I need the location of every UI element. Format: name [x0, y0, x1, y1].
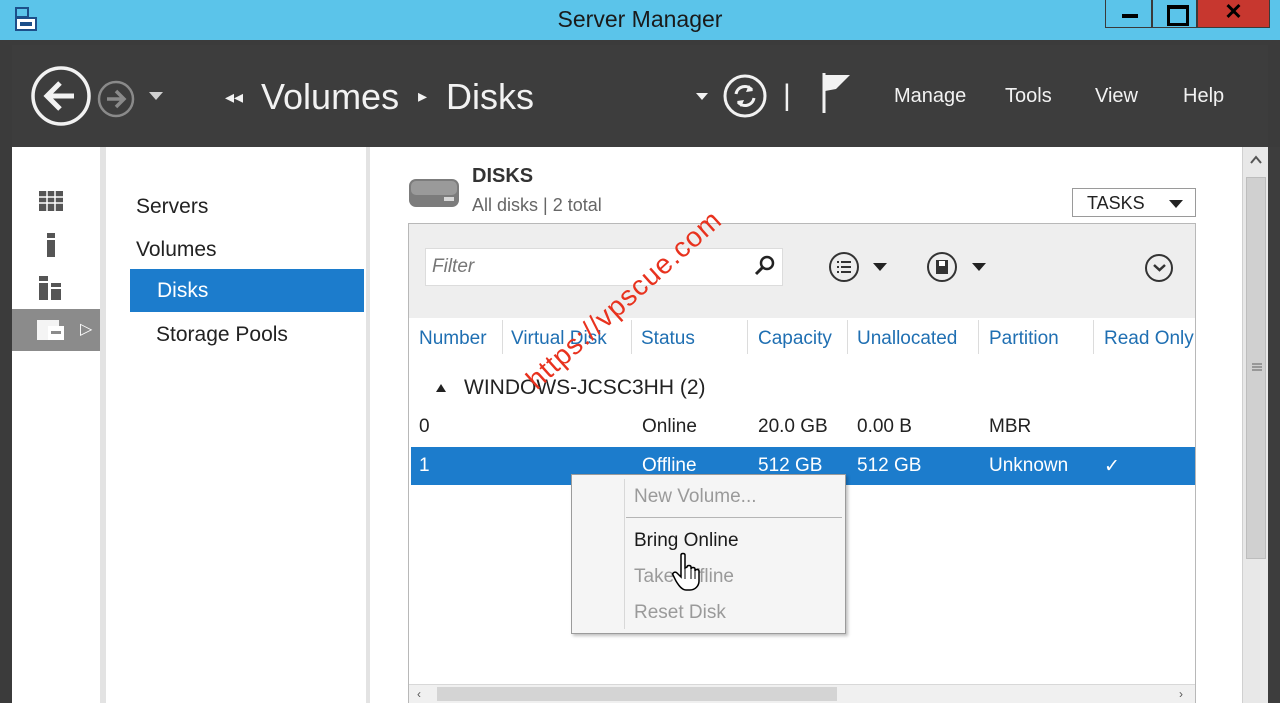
nav-item-storage-pools[interactable]: Storage Pools	[156, 323, 288, 347]
vertical-scrollbar[interactable]	[1242, 147, 1268, 703]
context-menu-gutter	[624, 479, 625, 629]
col-number[interactable]: Number	[419, 328, 487, 350]
save-query-icon[interactable]	[927, 252, 957, 282]
window-title: Server Manager	[557, 6, 723, 32]
section-title: DISKS	[472, 165, 534, 187]
dashboard-icon[interactable]	[38, 189, 64, 215]
close-button[interactable]: ✕	[1197, 0, 1270, 28]
local-server-icon[interactable]	[38, 232, 64, 258]
nav-item-label: Disks	[157, 279, 209, 302]
maximize-button[interactable]	[1152, 0, 1197, 28]
window-border	[1268, 147, 1280, 703]
toolbar: ◂◂ Volumes ▸ Disks | Manage Tools View H…	[12, 45, 1268, 147]
col-separator	[978, 320, 979, 354]
menu-view[interactable]: View	[1095, 85, 1138, 108]
notifications-flag-icon[interactable]	[820, 71, 854, 115]
minimize-button[interactable]	[1105, 0, 1152, 28]
file-storage-icon	[37, 320, 64, 340]
scroll-up-icon[interactable]	[1250, 155, 1262, 165]
nav-item-disks[interactable]: Disks	[130, 269, 364, 312]
refresh-icon[interactable]	[722, 73, 768, 119]
history-dropdown-icon[interactable]	[149, 92, 163, 100]
toolbar-divider: |	[783, 79, 791, 112]
horizontal-scroll-thumb[interactable]	[437, 687, 837, 701]
cell-unallocated: 0.00 B	[857, 416, 912, 437]
save-query-dropdown-icon[interactable]	[972, 263, 986, 271]
close-icon: ✕	[1224, 0, 1243, 24]
scroll-left-icon[interactable]: ‹	[417, 687, 421, 701]
search-icon[interactable]	[753, 254, 777, 278]
filter-input[interactable]	[425, 248, 783, 286]
breadcrumb-back-icon[interactable]: ◂◂	[225, 87, 243, 108]
col-partition[interactable]: Partition	[989, 328, 1059, 350]
filter-bar	[409, 224, 1195, 318]
col-separator	[847, 320, 848, 354]
expand-arrow-icon: ▷	[80, 321, 93, 338]
breadcrumb-dropdown-icon[interactable]	[696, 93, 708, 100]
group-collapse-icon[interactable]	[436, 384, 446, 392]
menu-tools[interactable]: Tools	[1005, 85, 1052, 108]
group-header[interactable]: WINDOWS-JCSC3HH (2)	[464, 376, 706, 400]
strip-item-file-storage[interactable]: ▷	[12, 309, 102, 351]
col-separator	[747, 320, 748, 354]
menu-item-reset-disk[interactable]: Reset Disk	[634, 602, 726, 624]
section-subtitle: All disks | 2 total	[472, 195, 602, 215]
horizontal-scrollbar[interactable]: ‹ ›	[409, 684, 1195, 703]
disk-drive-icon	[409, 179, 459, 207]
nav-item-volumes[interactable]: Volumes	[136, 238, 217, 262]
tasks-label: TASKS	[1087, 193, 1145, 213]
cell-read-only: ✓	[1104, 456, 1120, 477]
hand-cursor-icon	[672, 552, 700, 591]
cell-capacity: 20.0 GB	[758, 416, 828, 437]
context-menu-separator	[626, 517, 842, 518]
cell-unallocated: 512 GB	[857, 455, 922, 476]
menu-item-new-volume[interactable]: New Volume...	[634, 486, 757, 508]
col-separator	[631, 320, 632, 354]
breadcrumb-disks[interactable]: Disks	[446, 76, 534, 118]
cell-number: 0	[419, 416, 430, 437]
cell-partition: Unknown	[989, 455, 1069, 476]
nav-item-servers[interactable]: Servers	[136, 195, 208, 219]
menu-item-bring-online[interactable]: Bring Online	[634, 530, 739, 552]
table-row[interactable]: 0 Online 20.0 GB 0.00 B MBR	[411, 408, 1195, 446]
breadcrumb-separator-icon: ▸	[418, 86, 428, 106]
scroll-right-icon[interactable]: ›	[1179, 687, 1183, 701]
menu-help[interactable]: Help	[1183, 85, 1224, 108]
grip-icon	[1252, 363, 1262, 371]
col-capacity[interactable]: Capacity	[758, 328, 832, 350]
back-arrow-icon[interactable]	[30, 65, 92, 127]
cell-partition: MBR	[989, 416, 1032, 437]
context-menu: New Volume... Bring Online Take Offline …	[571, 474, 846, 634]
forward-arrow-icon[interactable]	[96, 79, 136, 119]
cell-status: Online	[642, 416, 697, 437]
menu-manage[interactable]: Manage	[894, 85, 966, 108]
breadcrumb-volumes[interactable]: Volumes	[261, 76, 399, 118]
vertical-scroll-thumb[interactable]	[1246, 177, 1266, 559]
col-separator	[1093, 320, 1094, 354]
expand-collapse-icon[interactable]	[1145, 254, 1173, 282]
role-icon-strip: ▷	[12, 147, 102, 703]
list-options-icon[interactable]	[829, 252, 859, 282]
all-servers-icon[interactable]	[38, 275, 64, 301]
col-read-only[interactable]: Read Only	[1104, 328, 1194, 350]
nav-panel: Servers Volumes Disks Storage Pools	[106, 147, 368, 703]
col-separator	[502, 320, 503, 354]
list-options-dropdown-icon[interactable]	[873, 263, 887, 271]
tasks-dropdown[interactable]: TASKS	[1072, 188, 1196, 217]
col-status[interactable]: Status	[641, 328, 695, 350]
cell-number: 1	[419, 455, 430, 476]
title-bar: Server Manager ✕	[0, 0, 1280, 40]
col-unallocated[interactable]: Unallocated	[857, 328, 957, 350]
tasks-chevron-icon	[1169, 200, 1183, 208]
